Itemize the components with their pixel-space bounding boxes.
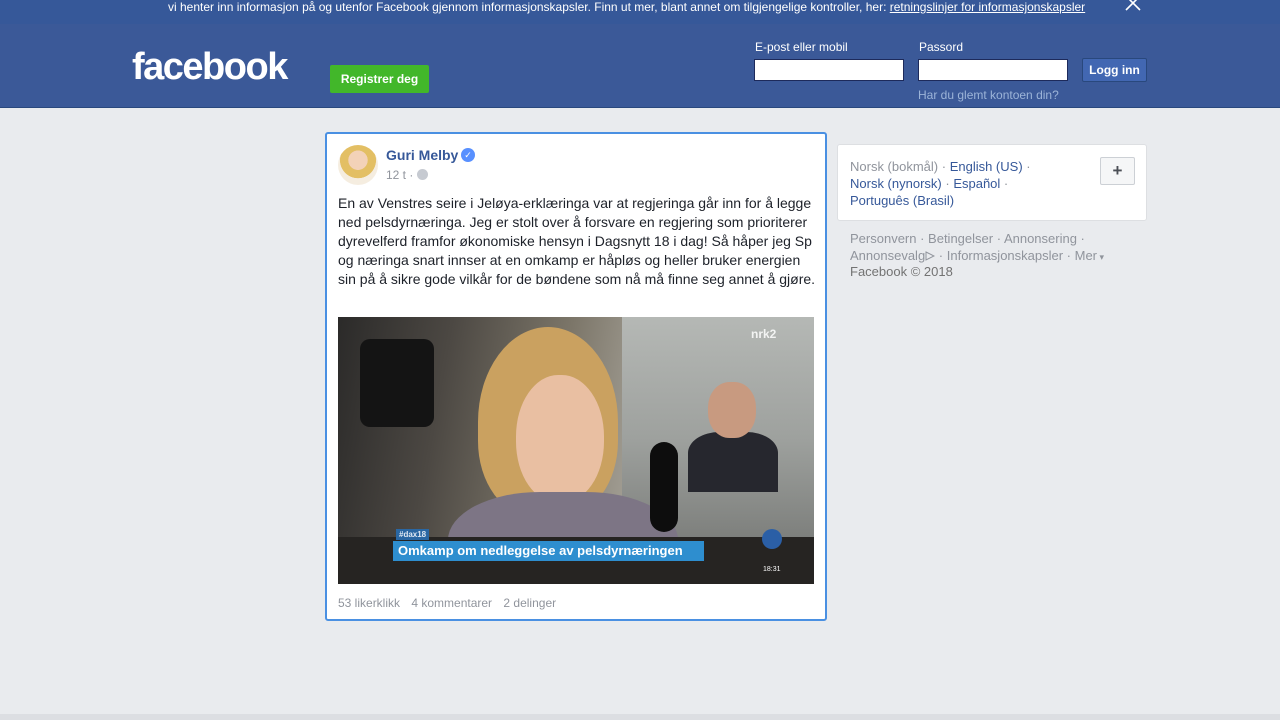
separator: ·: [935, 248, 947, 263]
language-link-espanol[interactable]: Español: [953, 176, 1000, 191]
add-language-button[interactable]: +: [1100, 157, 1135, 185]
cookie-banner-message: vi henter inn informasjon på og utenfor …: [168, 0, 1085, 14]
post-card: Guri Melby ✓ 12 t · En av Venstres seire…: [325, 132, 827, 621]
verified-badge-icon: ✓: [461, 148, 475, 162]
separator: ·: [938, 159, 950, 174]
language-link-portugues[interactable]: Português (Brasil): [850, 193, 954, 208]
separator: ·: [916, 231, 929, 246]
likes-count[interactable]: 53 likerklikk: [338, 596, 400, 610]
comments-count[interactable]: 4 kommentarer: [411, 596, 492, 610]
shares-count[interactable]: 2 delinger: [503, 596, 556, 610]
language-list: Norsk (bokmål) · English (US) · Norsk (n…: [850, 158, 1050, 209]
footer-link-cookies[interactable]: Informasjonskapsler: [947, 248, 1063, 263]
separator: ·: [1076, 231, 1085, 246]
separator: ·: [1063, 248, 1075, 263]
dropdown-icon: ▾: [1097, 252, 1105, 262]
microphone-icon: [650, 442, 678, 532]
footer-link-adchoices[interactable]: Annonsevalg: [850, 248, 925, 263]
email-label: E-post eller mobil: [755, 40, 848, 54]
separator: ·: [1000, 176, 1009, 191]
language-link-nynorsk[interactable]: Norsk (nynorsk): [850, 176, 942, 191]
footer-link-privacy[interactable]: Personvern: [850, 231, 916, 246]
separator: ·: [1022, 159, 1031, 174]
channel-logo: nrk2: [751, 327, 777, 341]
close-icon[interactable]: [1124, 0, 1142, 12]
language-link-english[interactable]: English (US): [950, 159, 1023, 174]
separator: ·: [993, 231, 1004, 246]
nrk-logo-icon: [762, 529, 782, 549]
footer-links: Personvern · Betingelser · Annonsering ·…: [850, 230, 1140, 266]
forgot-account-link[interactable]: Har du glemt kontoen din?: [918, 88, 1059, 102]
language-current: Norsk (bokmål): [850, 159, 939, 174]
facebook-logo[interactable]: facebook: [132, 48, 288, 86]
globe-icon: [417, 169, 429, 180]
video-clock: 18:31: [763, 566, 781, 573]
video-woman-face: [516, 375, 604, 503]
meta-separator: ·: [406, 168, 414, 182]
post-stats: 53 likerklikk 4 kommentarer 2 delinger: [338, 596, 564, 610]
video-player[interactable]: nrk2 #dax18 Omkamp om nedleggelse av pel…: [338, 317, 814, 584]
signup-button[interactable]: Registrer deg: [330, 65, 429, 93]
post-timestamp[interactable]: 12 t: [386, 168, 406, 182]
footer-link-more[interactable]: Mer: [1075, 248, 1097, 263]
email-input[interactable]: [754, 59, 904, 81]
bottom-scroll-bar: [0, 714, 1280, 720]
language-selector: Norsk (bokmål) · English (US) · Norsk (n…: [837, 144, 1147, 221]
header-bar: facebook Registrer deg E-post eller mobi…: [0, 24, 1280, 108]
video-hashtag: #dax18: [396, 529, 430, 540]
password-input[interactable]: [918, 59, 1068, 81]
video-caption: Omkamp om nedleggelse av pelsdyrnæringen: [393, 541, 704, 561]
footer-link-terms[interactable]: Betingelser: [928, 231, 993, 246]
post-text: En av Venstres seire i Jeløya-erklæringa…: [338, 195, 816, 287]
post-author[interactable]: Guri Melby: [386, 147, 458, 163]
login-button[interactable]: Logg inn: [1082, 58, 1147, 82]
footer-link-advertising[interactable]: Annonsering: [1004, 231, 1077, 246]
video-man-suit: [688, 432, 778, 492]
cookie-policy-link[interactable]: retningslinjer for informasjonskapsler: [890, 0, 1085, 14]
post-meta: 12 t ·: [386, 168, 429, 182]
adchoices-icon: [925, 251, 936, 261]
cookie-banner-text: vi henter inn informasjon på og utenfor …: [168, 0, 890, 14]
video-camera-shape: [360, 339, 434, 427]
password-label: Passord: [919, 40, 964, 54]
copyright: Facebook © 2018: [850, 264, 953, 279]
video-man-face: [708, 382, 756, 438]
avatar[interactable]: [338, 145, 378, 185]
separator: ·: [941, 176, 954, 191]
cookie-banner: vi henter inn informasjon på og utenfor …: [0, 0, 1280, 24]
